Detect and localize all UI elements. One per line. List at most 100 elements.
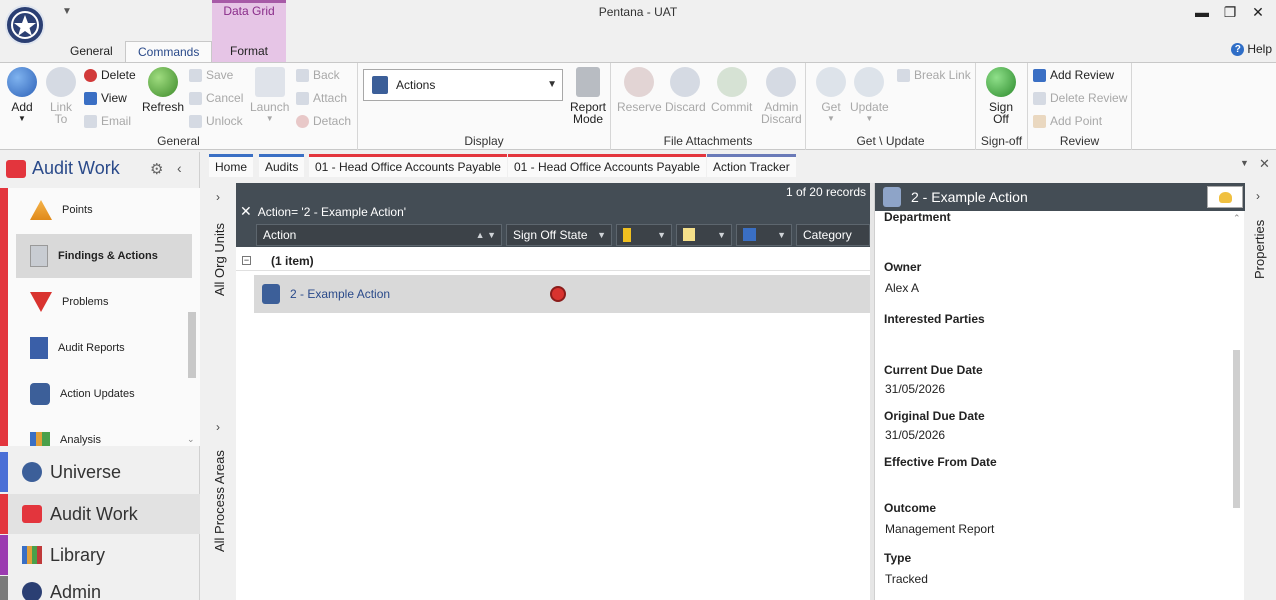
grid-column-headers: Action ▲ ▼ Sign Off State ▼ ▼ ▼ ▼ Catego… [236,223,870,247]
help-button[interactable]: ? Help [1231,42,1272,56]
column-header-notes[interactable]: ▼ [676,224,732,246]
column-header-flag[interactable]: ▼ [616,224,672,246]
action-update-icon [30,383,50,405]
gear-icon[interactable]: ⚙ [150,160,163,178]
cancel-label: Cancel [206,91,244,105]
add-point-button[interactable]: Add Point [1033,112,1102,130]
nav-item-findings-actions[interactable]: Findings & Actions [16,234,192,278]
tab-audits[interactable]: Audits [259,154,305,177]
commit-button[interactable]: Commit [711,67,752,113]
field-label-owner: Owner [884,260,922,274]
view-label: View [101,91,127,105]
clear-filter-icon[interactable]: ✕ [240,203,252,220]
close-button[interactable]: ✕ [1244,2,1272,22]
review-group-label: Review [1059,134,1100,148]
field-value-original-due-date: 31/05/2026 [885,428,946,442]
tab-action-tracker[interactable]: Action Tracker [707,154,796,177]
tab-list-dropdown-icon[interactable]: ▼ [1240,158,1249,168]
tab-head-office-accounts-payable-2[interactable]: 01 - Head Office Accounts Payable [508,154,706,177]
admin-discard-button[interactable]: Admin Discard [761,67,802,125]
add-icon [7,67,37,97]
nav-section-audit-work[interactable]: Audit Work [0,494,200,534]
app-logo-icon[interactable] [5,5,45,45]
nav-item-analysis[interactable]: Analysis [16,418,192,446]
refresh-button[interactable]: Refresh [142,67,184,113]
link-to-button[interactable]: Link To [46,67,76,125]
nav-item-action-updates[interactable]: Action Updates [16,372,192,416]
column-header-action[interactable]: Action ▲ ▼ [256,224,502,246]
nav-item-audit-reports[interactable]: Audit Reports [16,326,192,370]
save-button[interactable]: Save [189,66,233,84]
break-link-button[interactable]: Break Link [897,66,971,84]
field-label-interested-parties: Interested Parties [884,312,985,326]
filter-icon[interactable]: ▼ [597,225,606,245]
get-button[interactable]: Get ▼ [816,67,846,125]
sort-filter-icon[interactable]: ▲ ▼ [476,225,496,245]
nav-section-library[interactable]: Library [0,535,200,575]
nav-section-universe[interactable]: Universe [0,452,200,492]
email-icon [84,114,97,128]
column-header-calendar[interactable]: ▼ [736,224,792,246]
attach-button[interactable]: Attach [296,89,347,107]
table-row[interactable]: 2 - Example Action [254,275,870,313]
column-label: Sign Off State [513,228,588,242]
nav-header: Audit Work ⚙ ‹ [0,152,200,186]
detail-scrollbar[interactable] [1233,350,1240,508]
sign-off-button[interactable]: Sign Off [986,67,1016,125]
grid-filter-bar: 1 of 20 records ✕ Action= '2 - Example A… [236,183,870,223]
tab-general[interactable]: General [58,41,125,62]
cancel-button[interactable]: Cancel [189,89,243,107]
tab-commands[interactable]: Commands [125,41,213,62]
panel-splitter[interactable] [870,183,874,600]
detail-options-button[interactable] [1207,186,1243,208]
maximize-button[interactable]: ❐ [1216,2,1244,22]
title-bar: ▼ Pentana - UAT ▬ ❐ ✕ [0,0,1276,45]
expand-process-areas-icon[interactable]: › [216,420,220,434]
back-button[interactable]: Back [296,66,340,84]
nav-item-points[interactable]: Points [16,188,192,232]
reserve-button[interactable]: Reserve [617,67,662,113]
filter-icon[interactable]: ▼ [777,225,786,245]
detach-button[interactable]: Detach [296,112,351,130]
tab-head-office-accounts-payable-1[interactable]: 01 - Head Office Accounts Payable [309,154,507,177]
add-review-button[interactable]: Add Review [1033,66,1114,84]
close-tab-icon[interactable]: ✕ [1259,156,1270,172]
report-mode-button[interactable]: Report Mode [570,67,606,125]
properties-label: Properties [1252,219,1267,279]
add-button[interactable]: Add ▼ [7,67,37,125]
delete-button[interactable]: Delete [84,66,136,84]
tab-format[interactable]: Format [218,41,280,62]
nav-section-admin[interactable]: Admin [0,576,200,600]
tab-home[interactable]: Home [209,154,254,177]
expand-properties-icon[interactable]: › [1256,189,1260,203]
scroll-up-icon[interactable]: ⌃ [1233,213,1241,224]
field-label-original-due-date: Original Due Date [884,409,985,423]
nav-scrollbar[interactable] [188,312,196,378]
update-button[interactable]: Update ▼ [850,67,889,125]
collapse-group-icon[interactable]: − [242,256,251,265]
reserve-label: Reserve [617,100,662,114]
display-select[interactable]: Actions ▼ [363,69,563,101]
unlock-button[interactable]: Unlock [189,112,243,130]
link-icon [46,67,76,97]
group-row[interactable]: − (1 item) [236,251,870,271]
cancel-icon [189,91,202,105]
collapse-nav-icon[interactable]: ‹ [177,160,182,176]
launch-button[interactable]: Launch ▼ [250,67,289,125]
column-header-sign-off-state[interactable]: Sign Off State ▼ [506,224,612,246]
filter-icon[interactable]: ▼ [657,225,666,245]
org-units-strip[interactable]: › All Org Units › All Process Areas [202,178,236,600]
nav-item-label: Problems [62,296,109,308]
delete-review-button[interactable]: Delete Review [1033,89,1127,107]
nav-item-problems[interactable]: Problems [16,280,192,324]
discard-button[interactable]: Discard [665,67,706,113]
view-button[interactable]: View [84,89,127,107]
detach-icon [296,114,309,128]
email-button[interactable]: Email [84,112,131,130]
expand-org-units-icon[interactable]: › [216,190,220,204]
properties-strip[interactable]: › Properties [1244,183,1276,600]
scroll-down-icon[interactable]: ⌄ [187,434,195,445]
column-header-category[interactable]: Category [796,224,870,246]
filter-icon[interactable]: ▼ [717,225,726,245]
minimize-button[interactable]: ▬ [1188,2,1216,22]
